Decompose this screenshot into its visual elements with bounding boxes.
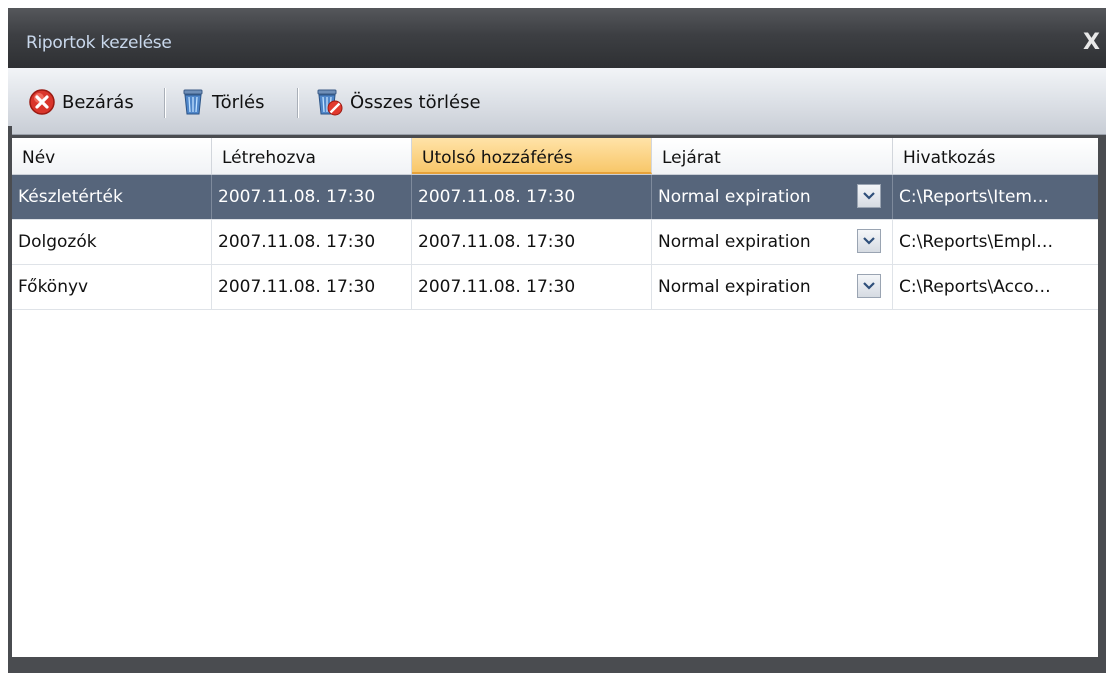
- column-header-expiration[interactable]: Lejárat: [652, 138, 893, 174]
- close-button[interactable]: Bezárás: [28, 86, 134, 118]
- delete-all-button-label: Összes törlése: [350, 91, 481, 113]
- cell-created: 2007.11.08. 17:30: [212, 220, 412, 264]
- delete-button[interactable]: Törlés: [180, 86, 265, 118]
- table-row[interactable]: Dolgozók 2007.11.08. 17:30 2007.11.08. 1…: [12, 220, 1098, 265]
- reports-grid: Név Létrehozva Utolsó hozzáférés Lejárat…: [12, 138, 1098, 657]
- close-button-label: Bezárás: [62, 91, 134, 113]
- expiration-value: Normal expiration: [658, 232, 811, 252]
- expiration-value: Normal expiration: [658, 277, 811, 297]
- grid-header: Név Létrehozva Utolsó hozzáférés Lejárat…: [12, 138, 1098, 175]
- cell-link: C:\Reports\Empl…: [899, 232, 1054, 252]
- expiration-dropdown-button[interactable]: [857, 229, 881, 253]
- cell-name: Készletérték: [12, 175, 212, 219]
- title-bar[interactable]: Riportok kezelése X: [8, 8, 1106, 68]
- red-close-circle-icon: [29, 89, 55, 115]
- column-header-link[interactable]: Hivatkozás: [893, 138, 1098, 174]
- toolbar-separator: [164, 88, 165, 118]
- cell-created: 2007.11.08. 17:30: [212, 175, 412, 219]
- column-header-last-access[interactable]: Utolsó hozzáférés: [412, 138, 652, 174]
- cell-last-access: 2007.11.08. 17:30: [412, 220, 652, 264]
- column-header-created[interactable]: Létrehozva: [212, 138, 412, 174]
- expiration-value: Normal expiration: [658, 187, 811, 207]
- table-row[interactable]: Készletérték 2007.11.08. 17:30 2007.11.0…: [12, 175, 1098, 220]
- expiration-dropdown-button[interactable]: [857, 184, 881, 208]
- cell-last-access: 2007.11.08. 17:30: [412, 175, 652, 219]
- chevron-down-icon: [863, 237, 875, 245]
- cell-name: Dolgozók: [12, 220, 212, 264]
- cell-name: Főkönyv: [12, 265, 212, 309]
- cell-last-access: 2007.11.08. 17:30: [412, 265, 652, 309]
- table-row[interactable]: Főkönyv 2007.11.08. 17:30 2007.11.08. 17…: [12, 265, 1098, 310]
- chevron-down-icon: [863, 282, 875, 290]
- chevron-down-icon: [863, 192, 875, 200]
- cell-created: 2007.11.08. 17:30: [212, 265, 412, 309]
- window-close-icon[interactable]: X: [1083, 30, 1100, 55]
- toolbar-separator: [297, 88, 298, 118]
- delete-all-button[interactable]: Összes törlése: [314, 86, 481, 118]
- cell-link: C:\Reports\Item…: [899, 187, 1049, 207]
- toolbar: Bezárás Törlés Összes törlése: [8, 68, 1106, 135]
- expiration-dropdown-button[interactable]: [857, 274, 881, 298]
- cell-link: C:\Reports\Acco…: [899, 277, 1051, 297]
- column-header-name[interactable]: Név: [12, 138, 212, 174]
- window-title: Riportok kezelése: [26, 33, 172, 53]
- trash-bin-icon: [183, 89, 203, 115]
- delete-button-label: Törlés: [212, 91, 265, 113]
- trash-bin-forbidden-icon: [317, 89, 343, 116]
